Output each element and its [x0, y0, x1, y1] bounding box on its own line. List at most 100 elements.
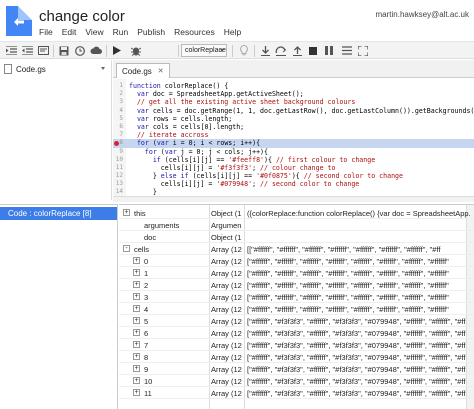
variable-row[interactable]: + this Object (1 ({colorReplace:function co…: [119, 207, 474, 219]
expand-icon[interactable]: +: [133, 389, 140, 396]
variable-row[interactable]: +11 Array (12 ["#ffffff", "#f3f3f3", "#fff…: [119, 387, 474, 399]
menu-icon[interactable]: [340, 43, 354, 58]
line-text: for (var i = 0; i < rows; i++){: [136, 139, 261, 148]
code-line[interactable]: 10 if (cells[i][j] == '#feeff8'){ // fir…: [113, 156, 474, 164]
menu-resources[interactable]: Resources: [174, 27, 215, 37]
expand-icon[interactable]: +: [133, 293, 140, 300]
function-select[interactable]: colorReplace: [181, 44, 227, 57]
variable-row[interactable]: +1 Array (12 ["#ffffff", "#ffffff", "#ffff…: [119, 267, 474, 279]
variable-row[interactable]: doc Object (1: [119, 231, 474, 243]
menu-edit[interactable]: Edit: [62, 27, 77, 37]
variable-row[interactable]: +2 Array (12 ["#ffffff", "#ffffff", "#ffff…: [119, 279, 474, 291]
code-line-current[interactable]: 8 for (var i = 0; i < rows; i++){: [113, 139, 474, 148]
chevron-down-icon[interactable]: [101, 67, 105, 70]
chevron-down-icon: [220, 49, 224, 52]
menu-file[interactable]: File: [39, 27, 53, 37]
line-text: cells[i][j] = '#079948'; // second color…: [129, 180, 360, 189]
variable-value: [["#ffffff", "#ffffff", "#ffffff", "#fff…: [247, 245, 441, 254]
variable-row[interactable]: arguments Argumen: [119, 219, 474, 231]
variable-row[interactable]: +4 Array (12 ["#ffffff", "#ffffff", "#ffff…: [119, 303, 474, 315]
project-title[interactable]: change color: [39, 8, 125, 25]
variable-name: 2: [144, 281, 149, 290]
fullscreen-icon[interactable]: [356, 43, 370, 58]
variable-name: 7: [144, 341, 149, 350]
debug-icon[interactable]: [128, 43, 144, 58]
code-line[interactable]: 11 cells[i][j] = '#f3f3f3'; // colour ch…: [113, 164, 474, 172]
expand-icon[interactable]: +: [133, 305, 140, 312]
expand-icon[interactable]: +: [133, 317, 140, 324]
variable-type: Argumen: [211, 221, 242, 230]
expand-icon[interactable]: +: [133, 281, 140, 288]
toolbar-separator: [254, 45, 255, 57]
variable-row[interactable]: +5 Array (12 ["#ffffff", "#f3f3f3", "#ffff…: [119, 315, 474, 327]
expand-icon[interactable]: +: [133, 377, 140, 384]
expand-icon[interactable]: +: [133, 353, 140, 360]
user-email[interactable]: martin.hawksey@alt.ac.uk: [376, 10, 470, 19]
line-number: 13: [115, 180, 123, 188]
collapse-icon[interactable]: -: [123, 245, 130, 252]
variable-row[interactable]: +8 Array (12 ["#ffffff", "#f3f3f3", "#ffff…: [119, 351, 474, 363]
step-out-icon[interactable]: [290, 43, 304, 58]
variable-row[interactable]: +0 Array (12 ["#ffffff", "#ffffff", "#ffff…: [119, 255, 474, 267]
tab-code-gs[interactable]: Code.gs ✕: [116, 63, 170, 78]
expand-icon[interactable]: +: [133, 257, 140, 264]
close-icon[interactable]: ✕: [158, 67, 164, 75]
cloud-icon[interactable]: [89, 43, 103, 58]
variable-row[interactable]: +6 Array (12 ["#ffffff", "#f3f3f3", "#ffff…: [119, 327, 474, 339]
save-icon[interactable]: [57, 43, 71, 58]
variable-value: ["#ffffff", "#f3f3f3", "#ffffff", "#f3f3…: [247, 317, 466, 326]
variable-name: 4: [144, 305, 149, 314]
step-over-icon[interactable]: [274, 43, 288, 58]
code-line[interactable]: 6 var cols = cells[0].length;: [113, 123, 474, 131]
expand-icon[interactable]: +: [133, 365, 140, 372]
code-line[interactable]: 13 cells[i][j] = '#079948'; // second co…: [113, 180, 474, 188]
code-line[interactable]: 4 var cells = doc.getRange(1, 1, doc.get…: [113, 107, 474, 115]
toolbar-separator: [178, 45, 179, 57]
code-line[interactable]: 9 for (var j = 0; j < cols; j++){: [113, 148, 474, 156]
lightbulb-icon[interactable]: [238, 43, 250, 58]
line-text: var doc = SpreadsheetApp.getActiveSheet(…: [136, 90, 304, 99]
code-line[interactable]: 5 var rows = cells.length;: [113, 115, 474, 123]
variable-type: Array (12: [211, 269, 242, 278]
code-line[interactable]: 2 var doc = SpreadsheetApp.getActiveShee…: [113, 90, 474, 98]
variable-row[interactable]: +3 Array (12 ["#ffffff", "#ffffff", "#ffff…: [119, 291, 474, 303]
code-lines: 1 function colorReplace() {2 var doc = Sp…: [113, 82, 474, 197]
expand-icon[interactable]: +: [133, 329, 140, 336]
variable-value: ["#ffffff", "#ffffff", "#ffffff", "#ffff…: [247, 257, 449, 266]
expand-icon[interactable]: +: [123, 209, 130, 216]
outdent-icon[interactable]: [20, 43, 34, 58]
menu-publish[interactable]: Publish: [137, 27, 165, 37]
stack-frame-selected[interactable]: Code : colorReplace [8]: [0, 207, 117, 220]
code-editor[interactable]: 1 function colorReplace() {2 var doc = Sp…: [113, 79, 474, 198]
menu-help[interactable]: Help: [224, 27, 241, 37]
variable-row[interactable]: +10 Array (12 ["#ffffff", "#f3f3f3", "#fff…: [119, 375, 474, 387]
variable-value: ["#ffffff", "#ffffff", "#ffffff", "#ffff…: [247, 281, 449, 290]
clock-trigger-icon[interactable]: [73, 43, 87, 58]
variable-name: cells: [134, 245, 150, 254]
format-icon[interactable]: [36, 43, 50, 58]
step-into-icon[interactable]: [258, 43, 272, 58]
pause-icon[interactable]: [322, 43, 336, 58]
variable-row[interactable]: +7 Array (12 ["#ffffff", "#f3f3f3", "#ffff…: [119, 339, 474, 351]
variable-row[interactable]: +9 Array (12 ["#ffffff", "#f3f3f3", "#ffff…: [119, 363, 474, 375]
horizontal-scrollbar[interactable]: [113, 196, 474, 202]
variable-type: Object (1: [211, 209, 242, 218]
expand-icon[interactable]: +: [133, 341, 140, 348]
code-line[interactable]: 7 // iterate accross: [113, 131, 474, 139]
variable-row[interactable]: - cells Array (12 [["#ffffff", "#ffffff", "…: [119, 243, 474, 255]
run-icon[interactable]: [110, 43, 124, 58]
line-text: function colorReplace() {: [129, 82, 229, 90]
indent-icon[interactable]: [4, 43, 18, 58]
expand-icon[interactable]: +: [133, 269, 140, 276]
menu-view[interactable]: View: [85, 27, 103, 37]
variable-name: 11: [144, 389, 152, 398]
menu-run[interactable]: Run: [113, 27, 129, 37]
apps-script-logo-icon[interactable]: [6, 6, 32, 36]
file-item-code-gs[interactable]: Code.gs: [4, 63, 108, 75]
stop-icon[interactable]: [306, 43, 320, 58]
code-line[interactable]: 3 // get all the existing active sheet b…: [113, 98, 474, 106]
code-line[interactable]: 1 function colorReplace() {: [113, 82, 474, 90]
variable-name: 10: [144, 377, 153, 386]
variable-name: 9: [144, 365, 149, 374]
code-line[interactable]: 12 } else if (cells[i][j] == '#0f0875'){…: [113, 172, 474, 180]
